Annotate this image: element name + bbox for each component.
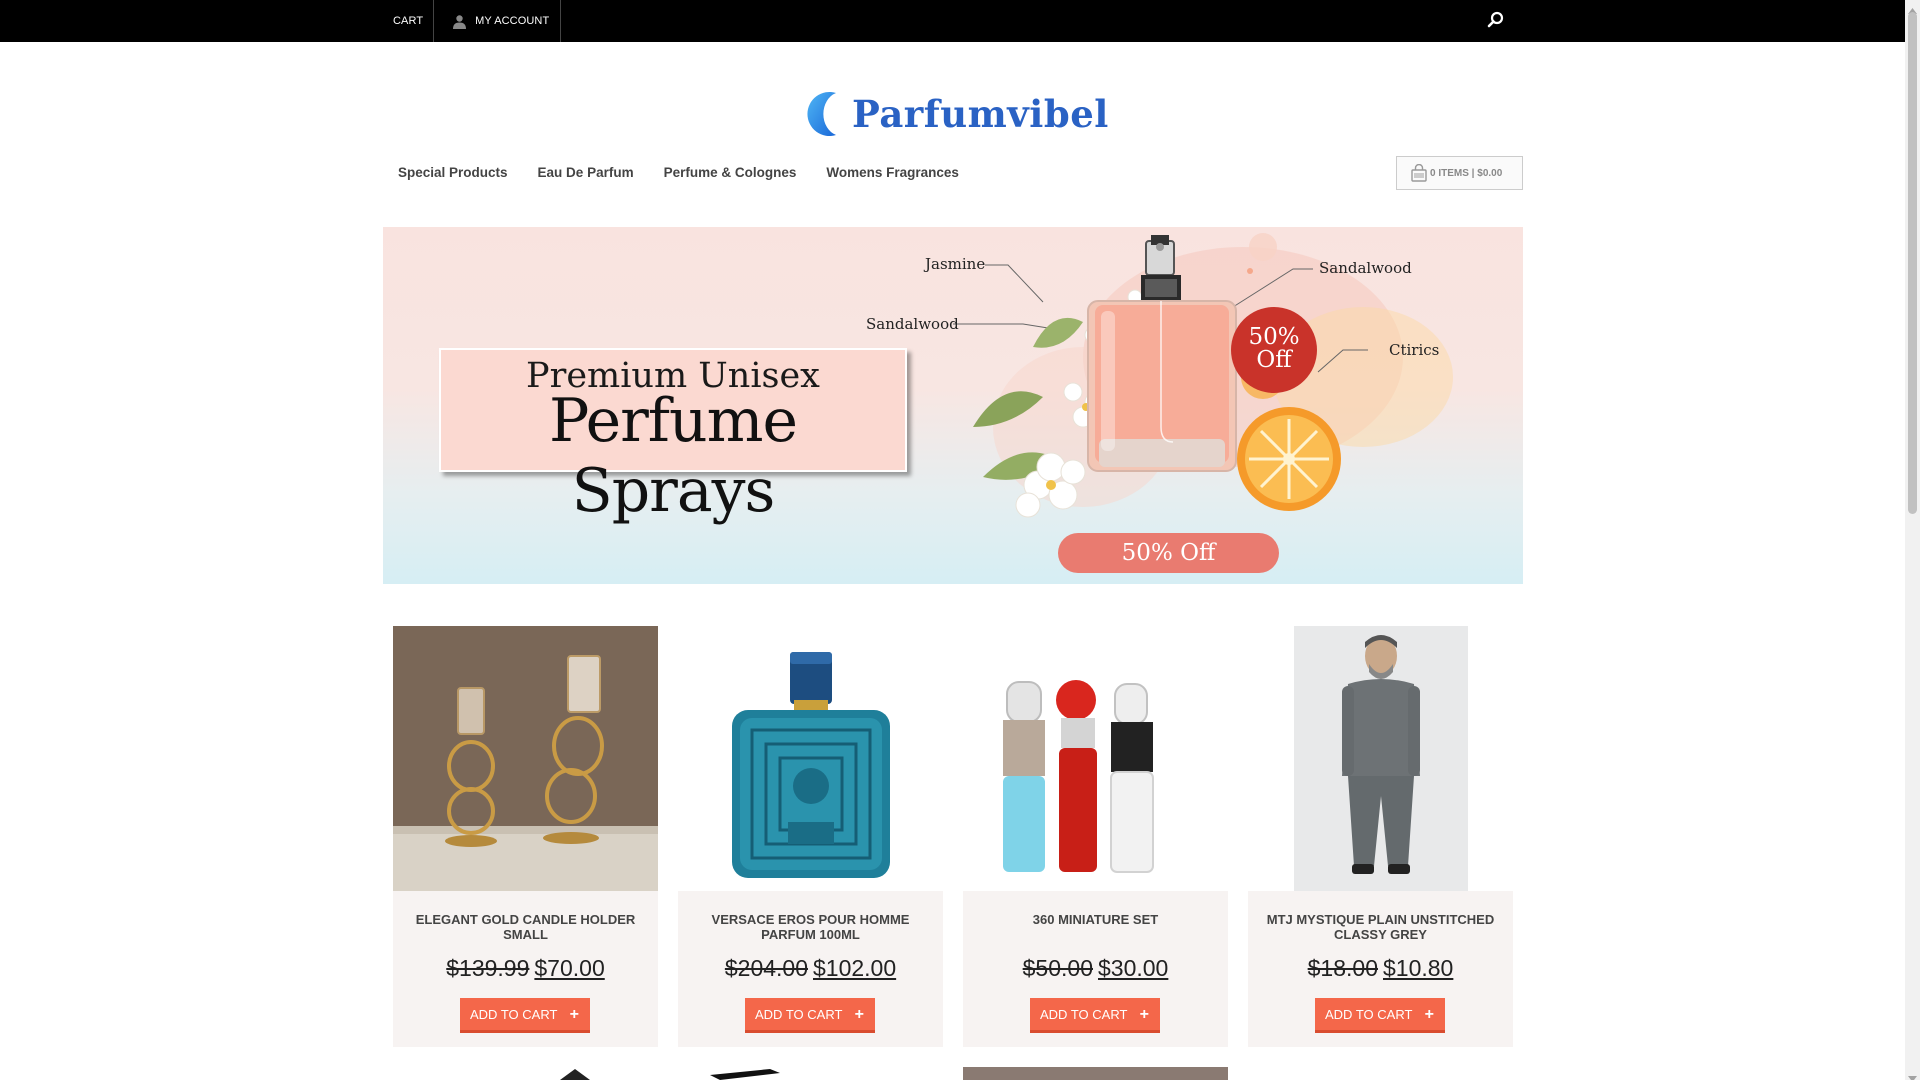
candle-holder-icon [393,626,658,891]
nav-perfume-colognes[interactable]: Perfume & Colognes [649,165,812,180]
page-scrollbar[interactable] [1905,0,1920,1080]
product-image[interactable] [1248,626,1513,891]
plus-icon: + [854,1006,864,1023]
next-row-product-image[interactable] [710,1067,780,1080]
old-price: $139.99 [446,955,530,981]
top-links: CART MY ACCOUNT [383,0,562,42]
scrollbar-thumb[interactable] [1908,12,1917,514]
hero-banner[interactable]: Jasmine Sandalwood Sandalwood Ctirics 50… [383,227,1523,584]
product-grid: ELEGANT GOLD CANDLE HOLDER SMALL $139.99… [393,626,1513,1047]
plus-icon: + [1424,1006,1434,1023]
mini-cart[interactable]: 0 ITEMS | $0.00 [1396,156,1523,190]
product-card: ELEGANT GOLD CANDLE HOLDER SMALL $139.99… [393,626,658,1047]
old-price: $50.00 [1022,955,1093,981]
banner-headline-line2: Perfume Sprays [548,386,798,526]
product-name[interactable]: MTJ MYSTIQUE PLAIN UNSTITCHED CLASSY GRE… [1260,912,1501,942]
mini-cart-summary: 0 ITEMS | $0.00 [1430,167,1503,179]
cart-link[interactable]: CART [383,0,435,42]
product-info: 360 MINIATURE SET $50.00 $30.00 ADD TO CA… [963,891,1228,1047]
product-name[interactable]: ELEGANT GOLD CANDLE HOLDER SMALL [405,912,646,942]
add-to-cart-label: ADD TO CART [1325,1006,1413,1022]
sale-price[interactable]: $102.00 [813,955,896,981]
my-account-link[interactable]: MY ACCOUNT [434,0,562,42]
note-jasmine: Jasmine [925,255,986,273]
add-to-cart-label: ADD TO CART [755,1006,843,1022]
banner-headline-card: Premium Unisex Perfume Sprays [439,348,907,526]
product-price: $204.00 $102.00 [678,955,943,982]
nav-special-products[interactable]: Special Products [383,165,523,180]
add-to-cart-label: ADD TO CART [470,1006,558,1022]
main-nav: Special Products Eau De Parfum Perfume &… [383,165,974,180]
old-price: $204.00 [724,955,808,981]
my-account-label: MY ACCOUNT [475,15,550,27]
product-price: $139.99 $70.00 [393,955,658,982]
product-image[interactable] [393,626,658,891]
product-image[interactable] [963,626,1228,891]
product-card: 360 MINIATURE SET $50.00 $30.00 ADD TO CA… [963,626,1228,1047]
badge-off: Off [1256,347,1292,373]
product-image[interactable] [678,626,943,891]
shopping-bag-icon [1411,163,1427,182]
sale-price[interactable]: $10.80 [1383,955,1453,981]
add-to-cart-button[interactable]: ADD TO CART + [460,998,590,1033]
search-icon[interactable] [1486,10,1506,30]
banner-offer-pill: 50% Off [1058,533,1279,573]
next-row-product-image[interactable] [540,1067,610,1080]
product-price: $18.00 $10.80 [1248,955,1513,982]
next-row-product-image[interactable] [963,1067,1228,1080]
product-card: VERSACE EROS POUR HOMME PARFUM 100ML $20… [678,626,943,1047]
plus-icon: + [569,1006,579,1023]
discount-badge: 50% Off [1231,307,1317,393]
product-info: MTJ MYSTIQUE PLAIN UNSTITCHED CLASSY GRE… [1248,891,1513,1047]
badge-percent: 50% [1248,324,1300,350]
product-info: VERSACE EROS POUR HOMME PARFUM 100ML $20… [678,891,943,1047]
sale-price[interactable]: $30.00 [1098,955,1168,981]
blue-perfume-bottle-icon [732,652,890,878]
note-ctirics: Ctirics [1389,341,1440,359]
product-name[interactable]: 360 MINIATURE SET [975,912,1216,927]
scroll-down-arrow-icon[interactable] [1908,1070,1917,1080]
miniature-bottles-icon [1003,680,1154,873]
top-bar: CART MY ACCOUNT [0,0,1905,42]
product-price: $50.00 $30.00 [963,955,1228,982]
add-to-cart-button[interactable]: ADD TO CART + [1030,998,1160,1033]
product-card: MTJ MYSTIQUE PLAIN UNSTITCHED CLASSY GRE… [1248,626,1513,1047]
add-to-cart-button[interactable]: ADD TO CART + [1315,998,1445,1033]
scroll-up-arrow-icon[interactable] [1908,2,1917,14]
logo-text: Parfumvibel [852,92,1109,136]
add-to-cart-label: ADD TO CART [1040,1006,1128,1022]
old-price: $18.00 [1307,955,1378,981]
note-sandalwood-right: Sandalwood [1319,259,1412,277]
sale-price[interactable]: $70.00 [534,955,604,981]
note-sandalwood-left: Sandalwood [866,315,959,333]
logo-moon-icon [806,91,848,137]
add-to-cart-button[interactable]: ADD TO CART + [745,998,875,1033]
nav-eau-de-parfum[interactable]: Eau De Parfum [523,165,649,180]
product-info: ELEGANT GOLD CANDLE HOLDER SMALL $139.99… [393,891,658,1047]
nav-womens-fragrances[interactable]: Womens Fragrances [811,165,974,180]
plus-icon: + [1139,1006,1149,1023]
product-name[interactable]: VERSACE EROS POUR HOMME PARFUM 100ML [690,912,931,942]
man-grey-outfit-icon [1294,626,1468,891]
user-icon [452,14,467,29]
site-logo[interactable]: Parfumvibel [806,88,1109,140]
